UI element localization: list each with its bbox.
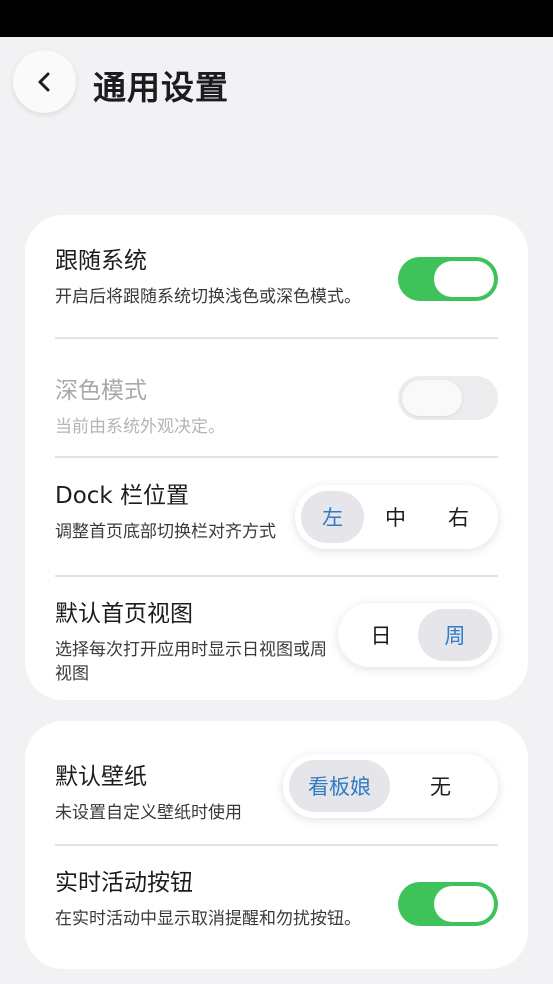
divider [55, 844, 498, 846]
follow-system-row: 跟随系统 开启后将跟随系统切换浅色或深色模式。 [55, 241, 365, 309]
header: 通用设置 [0, 37, 553, 137]
dock-position-title: Dock 栏位置 [55, 483, 190, 509]
live-activity-row: 实时活动按钮 在实时活动中显示取消提醒和勿扰按钮。 [55, 863, 365, 931]
default-view-selector: 日 周 [338, 603, 498, 667]
live-activity-title: 实时活动按钮 [55, 870, 193, 896]
dock-option-left[interactable]: 左 [301, 491, 364, 543]
dock-position-desc: 调整首页底部切换栏对齐方式 [55, 522, 276, 542]
divider [55, 337, 498, 339]
dock-option-right[interactable]: 右 [427, 491, 490, 543]
divider [55, 456, 498, 458]
wallpaper-option-mascot[interactable]: 看板娘 [289, 760, 390, 812]
dock-position-row: Dock 栏位置 调整首页底部切换栏对齐方式 [55, 476, 295, 544]
misc-settings-card: 默认壁纸 未设置自定义壁纸时使用 看板娘 无 实时活动按钮 在实时活动中显示取消… [25, 721, 528, 969]
wallpaper-option-none[interactable]: 无 [390, 760, 491, 812]
page-title: 通用设置 [93, 68, 229, 107]
toggle-knob [402, 380, 462, 416]
default-wallpaper-row: 默认壁纸 未设置自定义壁纸时使用 [55, 757, 295, 825]
dock-position-selector: 左 中 右 [295, 485, 498, 549]
dark-mode-toggle[interactable] [398, 376, 498, 420]
divider [55, 575, 498, 577]
toggle-knob [434, 261, 494, 297]
dark-mode-title: 深色模式 [55, 378, 147, 404]
live-activity-toggle[interactable] [398, 882, 498, 926]
default-view-desc: 选择每次打开应用时显示日视图或周视图 [55, 640, 327, 684]
default-wallpaper-desc: 未设置自定义壁纸时使用 [55, 803, 242, 823]
default-view-row: 默认首页视图 选择每次打开应用时显示日视图或周视图 [55, 594, 330, 686]
follow-system-desc: 开启后将跟随系统切换浅色或深色模式。 [55, 287, 361, 307]
toggle-knob [434, 886, 494, 922]
dark-mode-desc: 当前由系统外观决定。 [55, 417, 225, 437]
follow-system-toggle[interactable] [398, 257, 498, 301]
default-wallpaper-selector: 看板娘 无 [283, 754, 498, 818]
dock-option-center[interactable]: 中 [364, 491, 427, 543]
live-activity-desc: 在实时活动中显示取消提醒和勿扰按钮。 [55, 909, 361, 929]
status-bar [0, 0, 553, 37]
chevron-left-icon [38, 72, 49, 91]
back-button[interactable] [13, 50, 76, 113]
dark-mode-row: 深色模式 当前由系统外观决定。 [55, 371, 365, 439]
default-wallpaper-title: 默认壁纸 [55, 764, 147, 790]
view-option-week[interactable]: 周 [418, 609, 492, 661]
view-option-day[interactable]: 日 [344, 609, 418, 661]
default-view-title: 默认首页视图 [55, 601, 193, 627]
follow-system-title: 跟随系统 [55, 248, 147, 274]
display-settings-card: 跟随系统 开启后将跟随系统切换浅色或深色模式。 深色模式 当前由系统外观决定。 … [25, 215, 528, 700]
